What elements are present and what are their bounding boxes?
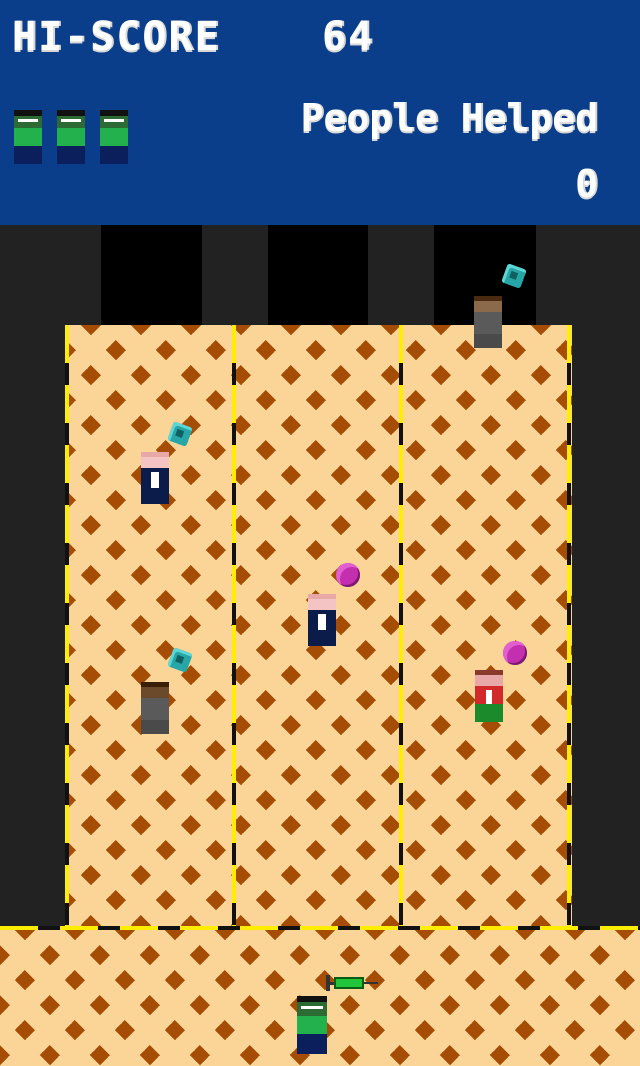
life-icon (14, 110, 42, 164)
magenta-germ-icon (503, 641, 527, 665)
door-row (0, 225, 640, 325)
lane-divider (567, 325, 571, 930)
patient-navy-suit (308, 594, 336, 646)
lives-indicator (14, 110, 128, 164)
lane-divider (65, 325, 69, 930)
life-icon (100, 110, 128, 164)
magenta-germ-icon (336, 563, 360, 587)
patient-navy-suit (141, 452, 169, 504)
game-canvas[interactable]: HI-SCORE 64 People Helped 0 (0, 0, 640, 1066)
hiscore-label: HI-SCORE (12, 14, 221, 60)
syringe-icon (326, 972, 378, 994)
lane-divider (399, 325, 403, 930)
player-doctor[interactable] (297, 996, 327, 1054)
patient-grey-robe (474, 296, 502, 348)
doorway-center (268, 225, 368, 325)
hiscore-value: 64 (322, 14, 375, 60)
life-icon (57, 110, 85, 164)
people-helped-label: People Helped (300, 96, 598, 140)
people-helped-value: 0 (575, 162, 600, 206)
hud-bar: HI-SCORE 64 People Helped 0 (0, 0, 640, 225)
patient-red-green (475, 670, 503, 722)
patient-grey-robe (141, 682, 169, 734)
doorway-left (101, 225, 202, 325)
lane-divider (232, 325, 236, 930)
